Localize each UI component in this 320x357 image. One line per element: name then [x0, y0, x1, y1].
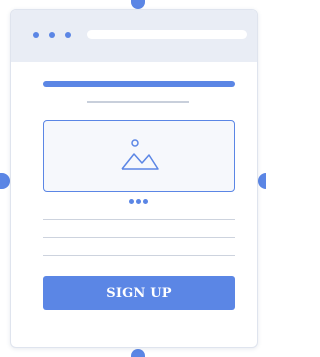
window-dot-icon — [65, 32, 71, 38]
image-placeholder — [43, 120, 235, 192]
resize-handle-top[interactable] — [131, 0, 145, 9]
resize-handle-bottom[interactable] — [131, 349, 145, 357]
heading-placeholder — [43, 81, 235, 87]
wireframe-canvas: SIGN UP — [0, 0, 266, 357]
carousel-dot-icon[interactable] — [136, 199, 141, 204]
resize-handle-right[interactable] — [258, 173, 266, 189]
browser-window-mockup: SIGN UP — [10, 9, 258, 348]
address-bar — [87, 30, 247, 39]
signup-button[interactable]: SIGN UP — [43, 276, 235, 310]
window-titlebar — [11, 10, 257, 62]
resize-handle-left[interactable] — [0, 173, 10, 189]
text-line-placeholder — [43, 255, 235, 256]
subheading-placeholder — [87, 101, 189, 103]
image-icon — [121, 139, 159, 170]
window-dot-icon — [33, 32, 39, 38]
carousel-dot-icon[interactable] — [143, 199, 148, 204]
carousel-dot-icon[interactable] — [129, 199, 134, 204]
carousel-indicator[interactable] — [129, 199, 151, 205]
text-line-placeholder — [43, 237, 235, 238]
window-dot-icon — [49, 32, 55, 38]
text-line-placeholder — [43, 219, 235, 220]
